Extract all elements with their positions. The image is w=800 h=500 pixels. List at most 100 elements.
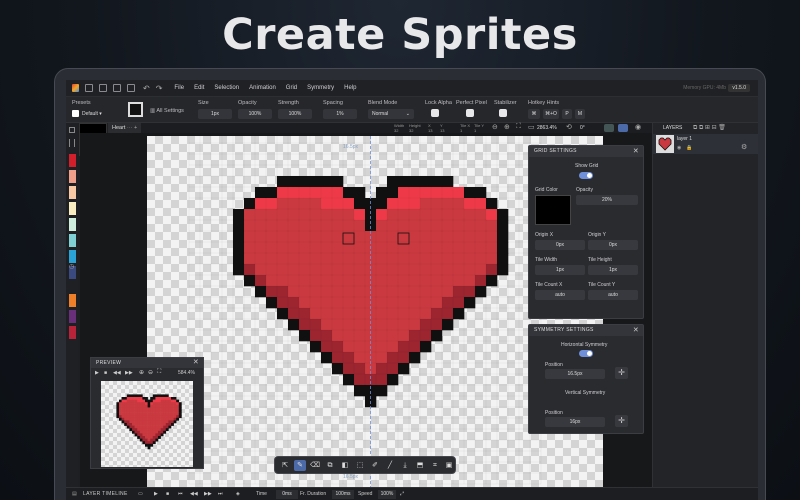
tab-heart[interactable]: Heart ⋯ + bbox=[108, 123, 142, 133]
layer-row[interactable]: layer 1 ◉ 🔒 ⚙ bbox=[653, 134, 758, 154]
move-tool-icon[interactable]: ⇱ bbox=[279, 460, 291, 471]
opacity-input[interactable]: 100% bbox=[238, 109, 272, 119]
import-tool-icon[interactable]: ⤓ bbox=[399, 460, 411, 471]
menu-help[interactable]: Help bbox=[344, 85, 356, 91]
h-position-input[interactable]: 16.5px bbox=[545, 369, 605, 379]
frame-tool-icon[interactable]: ▣ bbox=[443, 460, 455, 471]
copy-tool-icon[interactable]: ⧉ bbox=[324, 460, 336, 471]
eyedropper-tool-icon[interactable]: ✐ bbox=[369, 460, 381, 471]
hotkey-m[interactable]: M bbox=[575, 109, 585, 119]
zoom-out-icon[interactable]: ⊖ bbox=[492, 123, 498, 131]
fill-tool-icon[interactable]: ◧ bbox=[339, 460, 351, 471]
frame-duration-value[interactable]: 100ms bbox=[332, 490, 354, 499]
palette-menu-icon[interactable] bbox=[69, 139, 75, 147]
undo-icon[interactable]: ↶ bbox=[143, 84, 150, 93]
speed-value[interactable]: 100% bbox=[378, 490, 396, 499]
grid-toggle-icon[interactable] bbox=[604, 124, 614, 132]
crop-tool-icon[interactable]: ⌗ bbox=[429, 460, 441, 471]
size-input[interactable]: 1px bbox=[198, 109, 232, 119]
menu-animation[interactable]: Animation bbox=[249, 85, 276, 91]
blend-mode-select[interactable]: Normal ⌄ bbox=[368, 109, 414, 119]
grid-opacity-input[interactable]: 20% bbox=[576, 195, 638, 205]
hotkey-p[interactable]: P bbox=[562, 109, 572, 119]
gear-icon[interactable]: ⚙ bbox=[741, 143, 747, 151]
save-icon[interactable] bbox=[113, 84, 121, 92]
hotkey-cmd[interactable]: ⌘ bbox=[528, 109, 540, 119]
palette-icon[interactable]: ◉ bbox=[635, 123, 641, 131]
color-swatch[interactable] bbox=[69, 202, 76, 215]
origin-y-input[interactable]: 0px bbox=[588, 240, 638, 250]
horizontal-symmetry-toggle[interactable] bbox=[579, 350, 593, 357]
symmetry-toggle-icon[interactable] bbox=[618, 124, 628, 132]
expand-icon[interactable]: ⤢ bbox=[400, 491, 404, 497]
time-value[interactable]: 0ms bbox=[276, 490, 298, 499]
all-settings-button[interactable]: ▥ All Settings bbox=[150, 108, 184, 114]
stroke-tool-icon[interactable]: ╱ bbox=[384, 460, 396, 471]
zoom-in-icon[interactable]: ⊕ bbox=[504, 123, 510, 131]
lock-icon[interactable]: 🔒 bbox=[686, 145, 692, 151]
hotkey-cmd-o[interactable]: ⌘+O bbox=[543, 109, 559, 119]
play-icon[interactable]: ▶ bbox=[154, 491, 158, 497]
panel-toggle-icon[interactable] bbox=[69, 127, 75, 133]
zoom-readout[interactable]: 2863.4% bbox=[537, 125, 557, 131]
prev-frame-icon[interactable]: ◀◀ bbox=[190, 491, 198, 497]
zoom-out-icon[interactable]: ⊖ bbox=[148, 369, 153, 376]
close-icon[interactable]: ✕ bbox=[193, 358, 199, 368]
tile-count-y-input[interactable]: auto bbox=[588, 290, 638, 300]
pencil-tool-icon[interactable]: ✎ bbox=[294, 460, 306, 471]
color-swatch[interactable] bbox=[69, 294, 76, 307]
transform-tool-icon[interactable]: ⬒ bbox=[414, 460, 426, 471]
v-position-input[interactable]: 16px bbox=[545, 417, 605, 427]
play-icon[interactable]: ▶ bbox=[95, 370, 99, 376]
next-frame-icon[interactable]: ▶▶ bbox=[204, 491, 212, 497]
first-frame-icon[interactable]: ⏮ bbox=[178, 491, 183, 497]
rotate-icon[interactable]: ⟲ bbox=[566, 123, 572, 131]
layer-action-icons[interactable]: ⧉ ⧉ ⊞ ⊟ 🗑 bbox=[693, 123, 726, 133]
menu-grid[interactable]: Grid bbox=[286, 85, 297, 91]
color-swatch[interactable] bbox=[69, 186, 76, 199]
tile-count-x-input[interactable]: auto bbox=[535, 290, 585, 300]
crosshair-icon[interactable]: ✛ bbox=[615, 367, 628, 379]
actual-size-icon[interactable]: ▭ bbox=[528, 123, 535, 131]
redo-icon[interactable]: ↷ bbox=[156, 84, 163, 93]
color-swatch[interactable] bbox=[69, 170, 76, 183]
layer-name[interactable]: layer 1 bbox=[677, 136, 692, 142]
stabilizer-checkbox[interactable] bbox=[499, 109, 507, 117]
add-tab-icon[interactable]: + bbox=[134, 125, 137, 131]
export-icon[interactable] bbox=[127, 84, 135, 92]
open-folder-icon[interactable] bbox=[99, 84, 107, 92]
show-grid-toggle[interactable] bbox=[579, 172, 593, 179]
menu-edit[interactable]: Edit bbox=[194, 85, 204, 91]
preset-select[interactable]: Default ▾ bbox=[82, 109, 116, 119]
color-swatch[interactable] bbox=[69, 310, 76, 323]
stop-icon[interactable]: ■ bbox=[166, 491, 169, 497]
timeline-toggle-icon[interactable]: ▤ bbox=[72, 491, 77, 497]
close-icon[interactable]: ✕ bbox=[633, 325, 639, 336]
onion-skin-icon[interactable]: ◈ bbox=[236, 491, 240, 497]
close-icon[interactable]: ✕ bbox=[633, 146, 639, 157]
next-frame-icon[interactable]: ▶▶ bbox=[125, 370, 133, 376]
tile-height-input[interactable]: 1px bbox=[588, 265, 638, 275]
color-swatch[interactable] bbox=[69, 154, 76, 167]
prev-frame-icon[interactable]: ◀◀ bbox=[113, 370, 121, 376]
zoom-in-icon[interactable]: ⊕ bbox=[139, 369, 144, 376]
history-icon[interactable]: ◷ bbox=[69, 263, 74, 270]
lock-alpha-checkbox[interactable] bbox=[431, 109, 439, 117]
spacing-input[interactable]: 1% bbox=[323, 109, 357, 119]
tab-menu-icon[interactable]: ⋯ bbox=[127, 125, 133, 131]
select-tool-icon[interactable]: ⬚ bbox=[354, 460, 366, 471]
color-swatch[interactable] bbox=[69, 218, 76, 231]
strength-input[interactable]: 100% bbox=[278, 109, 312, 119]
fit-screen-icon[interactable]: ⛶ bbox=[516, 123, 521, 131]
menu-symmetry[interactable]: Symmetry bbox=[307, 85, 334, 91]
color-swatch[interactable] bbox=[69, 326, 76, 339]
origin-x-input[interactable]: 0px bbox=[535, 240, 585, 250]
eye-icon[interactable]: ◉ bbox=[677, 145, 681, 151]
menu-file[interactable]: File bbox=[174, 85, 184, 91]
rotation-readout[interactable]: 0° bbox=[580, 125, 585, 131]
grid-color-swatch[interactable] bbox=[535, 195, 571, 225]
new-file-icon[interactable] bbox=[85, 84, 93, 92]
color-swatch[interactable] bbox=[69, 234, 76, 247]
stop-icon[interactable]: ■ bbox=[104, 370, 107, 376]
tile-width-input[interactable]: 1px bbox=[535, 265, 585, 275]
